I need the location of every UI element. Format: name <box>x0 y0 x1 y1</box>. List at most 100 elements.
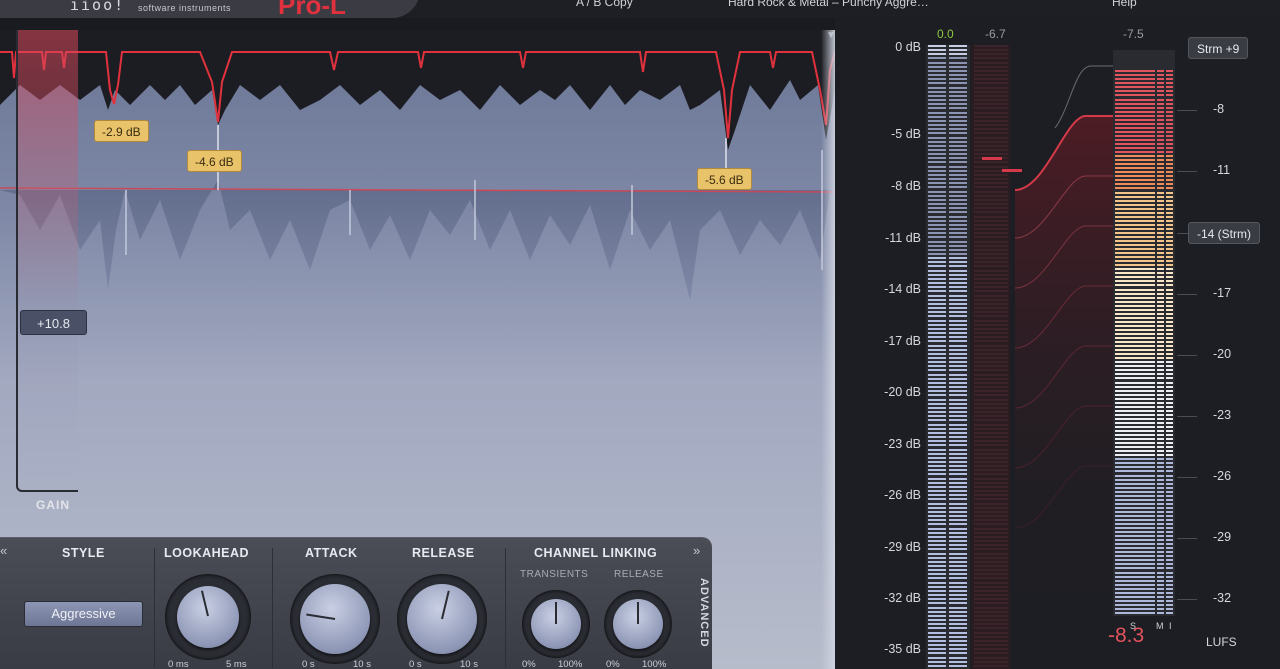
meter-segment <box>1157 466 1164 468</box>
transients-knob[interactable] <box>522 590 590 658</box>
meter-segment <box>974 290 1008 292</box>
meter-segment <box>1157 147 1164 149</box>
meter-segment <box>1157 531 1164 533</box>
lufs-scale-label: -20 <box>1213 347 1232 361</box>
meter-segment <box>974 328 1008 330</box>
lookahead-min: 0 ms <box>168 659 189 669</box>
meter-segment <box>949 132 967 134</box>
meter-segment <box>1115 289 1155 291</box>
meter-segment <box>949 640 967 642</box>
meter-segment <box>928 611 946 613</box>
meter-segment <box>1115 410 1155 412</box>
collapse-left-icon[interactable]: « <box>0 543 7 558</box>
meter-segment <box>1115 523 1155 525</box>
meter-segment <box>928 648 946 650</box>
meter-segment <box>949 415 967 417</box>
meter-segment <box>1166 547 1173 549</box>
cl-release-knob[interactable] <box>604 590 672 658</box>
meter-segment <box>949 216 967 218</box>
meter-segment <box>928 107 946 109</box>
meter-segment <box>1115 430 1155 432</box>
meter-segment <box>1166 107 1173 109</box>
meter-segment <box>1157 386 1164 388</box>
meter-segment <box>1157 580 1164 582</box>
meter-segment <box>1166 491 1173 493</box>
release-knob[interactable] <box>397 574 487 664</box>
meter-segment <box>1166 248 1173 250</box>
meter-segment <box>928 657 946 659</box>
meter-segment <box>949 124 967 126</box>
attack-knob[interactable] <box>290 574 380 664</box>
meter-segment <box>949 161 967 163</box>
meter-segment <box>974 619 1008 621</box>
meter-segment <box>1166 175 1173 177</box>
meter-segment <box>928 66 946 68</box>
meter-segment <box>1115 612 1155 614</box>
meter-segment <box>1166 386 1173 388</box>
meter-segment <box>949 494 967 496</box>
meter-segment <box>1157 442 1164 444</box>
meter-segment <box>949 170 967 172</box>
lufs-scale-label: -17 <box>1213 286 1232 300</box>
meter-segment <box>949 128 967 130</box>
meter-segment <box>1157 567 1164 569</box>
meter-segment <box>1115 135 1155 137</box>
meter-segment <box>1115 365 1155 367</box>
meter-segment <box>928 632 946 634</box>
meter-segment <box>974 216 1008 218</box>
meter-segment <box>949 191 967 193</box>
meter-segment <box>1115 260 1155 262</box>
meter-segment <box>974 211 1008 213</box>
lookahead-knob[interactable] <box>165 574 251 660</box>
meter-segment <box>928 577 946 579</box>
meter-segment <box>949 507 967 509</box>
meter-segment <box>1115 588 1155 590</box>
meter-segment <box>1166 260 1173 262</box>
meter-segment <box>928 353 946 355</box>
target-loudness-tag[interactable]: -14 (Strm) <box>1188 222 1260 244</box>
meter-segment <box>974 74 1008 76</box>
meter-segment <box>974 453 1008 455</box>
meter-segment <box>949 590 967 592</box>
meter-segment <box>1157 592 1164 594</box>
meter-segment <box>974 544 1008 546</box>
style-dropdown[interactable]: Aggressive <box>24 601 143 627</box>
meter-segment <box>1157 475 1164 477</box>
meter-segment <box>1157 458 1164 460</box>
meter-segment <box>1115 418 1155 420</box>
integrated-lufs-readout[interactable]: -8.3 <box>1108 624 1144 648</box>
meter-segment <box>1115 369 1155 371</box>
meter-segment <box>928 369 946 371</box>
meter-segment <box>1157 584 1164 586</box>
release-max: 10 s <box>460 659 478 669</box>
meter-segment <box>1157 418 1164 420</box>
help-menu[interactable]: Help <box>1112 0 1137 9</box>
lufs-scale-label: -32 <box>1213 591 1232 605</box>
expand-right-icon[interactable]: » <box>693 543 700 558</box>
meter-segment <box>1157 272 1164 274</box>
meter-segment <box>928 166 946 168</box>
meter-segment <box>928 170 946 172</box>
meter-segment <box>949 399 967 401</box>
preset-name[interactable]: Hard Rock & Metal – Punchy Aggre… <box>728 0 929 9</box>
meter-segment <box>1157 357 1164 359</box>
meter-segment <box>1166 515 1173 517</box>
advanced-toggle[interactable]: ADVANCED <box>690 578 710 658</box>
meter-segment <box>1166 179 1173 181</box>
gain-slider[interactable] <box>16 30 78 492</box>
meter-segment <box>949 178 967 180</box>
ab-copy-button[interactable]: A / B Copy <box>576 0 633 9</box>
meter-segment <box>1157 612 1164 614</box>
gain-value-badge[interactable]: +10.8 <box>20 310 87 335</box>
meter-segment <box>928 623 946 625</box>
meter-segment <box>949 207 967 209</box>
meter-segment <box>1115 406 1155 408</box>
meter-segment <box>1157 454 1164 456</box>
meter-segment <box>1157 216 1164 218</box>
meter-segment <box>1166 147 1173 149</box>
target-top-tag[interactable]: Strm +9 <box>1188 37 1249 59</box>
meter-segment <box>974 536 1008 538</box>
meter-segment <box>1166 458 1173 460</box>
meter-segment <box>974 265 1008 267</box>
meter-segment <box>949 378 967 380</box>
